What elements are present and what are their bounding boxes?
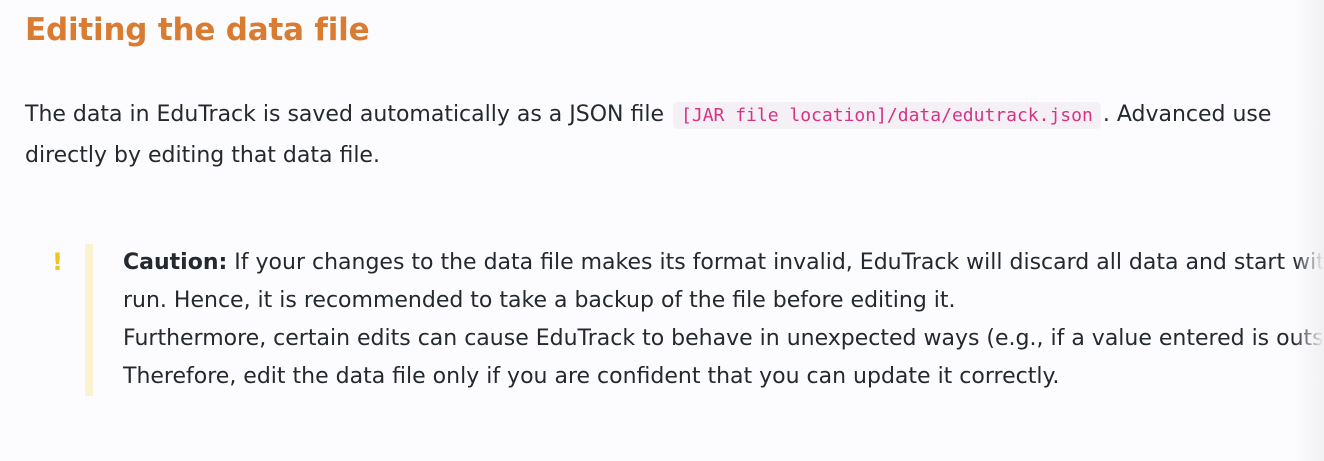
paragraph-text-before-code: The data in EduTrack is saved automatica… <box>25 102 672 127</box>
callout-line-2: run. Hence, it is recommended to take a … <box>123 288 956 313</box>
paragraph-line-2: directly by editing that data file. <box>25 143 380 168</box>
intro-paragraph: The data in EduTrack is saved automatica… <box>25 94 1324 176</box>
caution-label: Caution: <box>123 250 228 275</box>
paragraph-line-1: The data in EduTrack is saved automatica… <box>25 94 1324 135</box>
scroll-edge-shadow <box>1294 0 1324 461</box>
callout-line-1: Caution: If your changes to the data fil… <box>123 244 1324 282</box>
callout-line-1-text: If your changes to the data file makes i… <box>227 250 1324 275</box>
callout-line-4: Therefore, edit the data file only if yo… <box>123 364 1060 389</box>
paragraph-text-after-code: . Advanced use <box>1102 102 1272 127</box>
caution-callout: Caution: If your changes to the data fil… <box>123 244 1324 396</box>
section-heading: Editing the data file <box>25 12 370 48</box>
callout-accent-bar <box>85 244 93 396</box>
callout-line-3: Furthermore, certain edits can cause Edu… <box>123 326 1324 351</box>
document-page: Editing the data file The data in EduTra… <box>0 0 1324 461</box>
data-file-path-code: [JAR file location]/data/edutrack.json <box>673 102 1101 129</box>
exclamation-icon: ! <box>52 248 63 276</box>
